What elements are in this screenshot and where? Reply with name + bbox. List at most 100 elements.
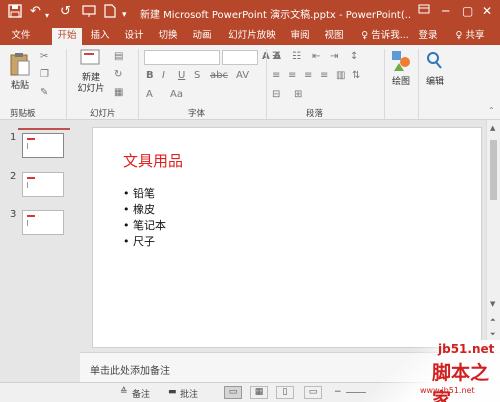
line-spacing-icon[interactable]: ↕ bbox=[350, 51, 358, 63]
scroll-thumb[interactable] bbox=[490, 140, 497, 200]
refresh-icon[interactable]: ↺ bbox=[60, 4, 71, 20]
slide-canvas[interactable]: 文具用品 铅笔 橡皮 笔记本 尺子 bbox=[92, 127, 482, 348]
slide-thumbnails-pane: 1 2 3 bbox=[0, 120, 80, 382]
tell-me-search[interactable]: ♀ 告诉我... bbox=[356, 28, 414, 45]
restore-icon[interactable]: ▢ bbox=[462, 3, 473, 19]
reading-view-button[interactable]: ▯ bbox=[276, 386, 294, 399]
notes-placeholder: 单击此处添加备注 bbox=[90, 366, 170, 377]
highlight-icon[interactable]: Aa bbox=[170, 89, 183, 101]
slide-thumbnail-3[interactable] bbox=[22, 210, 64, 235]
font-color-icon[interactable]: A bbox=[146, 89, 153, 101]
slide-bullet-list[interactable]: 铅笔 橡皮 笔记本 尺子 bbox=[123, 186, 166, 250]
paste-button[interactable]: 粘贴 bbox=[6, 51, 34, 92]
justify-icon[interactable]: ≡ bbox=[320, 70, 328, 82]
new-slide-icon bbox=[80, 49, 100, 65]
slide-number-2: 2 bbox=[10, 171, 17, 182]
watermark-site: jb51.net bbox=[438, 342, 495, 356]
prev-slide-icon[interactable]: ⏶ bbox=[490, 316, 496, 325]
drawing-label: 绘图 bbox=[391, 77, 410, 87]
slide-sorter-button[interactable]: ▦ bbox=[250, 386, 268, 399]
italic-icon[interactable]: I bbox=[162, 70, 165, 82]
tab-insert[interactable]: 插入 bbox=[86, 28, 114, 45]
columns-icon[interactable]: ▥ bbox=[336, 70, 345, 82]
slide-title[interactable]: 文具用品 bbox=[123, 150, 183, 171]
section-icon[interactable]: ▦ bbox=[114, 87, 123, 99]
tab-transitions[interactable]: 切换 bbox=[154, 28, 182, 45]
align-left-icon[interactable]: ≡ bbox=[272, 70, 280, 82]
vertical-scrollbar[interactable]: ▲ ▼ ⏶ ⏷ bbox=[486, 120, 500, 352]
watermark-logo: jb51.net 脚本之家 www.jb51.net bbox=[360, 340, 500, 402]
notes-toggle-icon[interactable]: ≙ bbox=[120, 387, 128, 397]
layout-icon[interactable]: ▤ bbox=[114, 51, 123, 63]
format-painter-icon[interactable]: ✎ bbox=[40, 87, 48, 99]
align-center-icon[interactable]: ≡ bbox=[288, 70, 296, 82]
minimize-icon[interactable]: ─ bbox=[442, 3, 449, 19]
paste-label: 粘贴 bbox=[10, 81, 29, 91]
ribbon-display-icon[interactable] bbox=[418, 3, 430, 19]
customize-icon[interactable]: ▾ bbox=[122, 7, 127, 23]
watermark-name: 脚本之家 bbox=[432, 362, 490, 402]
drawing-button[interactable]: 绘图 bbox=[388, 49, 414, 88]
normal-view-button[interactable]: ▭ bbox=[224, 386, 242, 399]
reset-icon[interactable]: ↻ bbox=[114, 69, 122, 81]
cut-icon[interactable]: ✂ bbox=[40, 51, 48, 63]
copy-icon[interactable]: ❐ bbox=[40, 69, 49, 81]
sign-in-link[interactable]: 登录 bbox=[414, 28, 442, 45]
tab-file[interactable]: 文件 bbox=[6, 28, 36, 45]
new-slide-button[interactable]: 新建 幻灯片 bbox=[74, 49, 108, 95]
undo-icon[interactable]: ↶ bbox=[30, 4, 41, 20]
zoom-out-button[interactable]: − bbox=[334, 387, 342, 397]
new-file-icon[interactable] bbox=[104, 4, 116, 23]
bullet-item: 笔记本 bbox=[123, 218, 166, 234]
collapse-ribbon-icon[interactable]: ⌃ bbox=[488, 105, 495, 117]
text-direction-icon[interactable]: ⇅ bbox=[352, 70, 360, 82]
tab-design[interactable]: 设计 bbox=[120, 28, 148, 45]
window-title: 新建 Microsoft PowerPoint 演示文稿.pptx - Powe… bbox=[140, 10, 410, 21]
scroll-up-icon[interactable]: ▲ bbox=[490, 124, 495, 132]
editing-button[interactable]: 编辑 bbox=[422, 49, 448, 88]
increase-indent-icon[interactable]: ⇥ bbox=[330, 51, 338, 63]
bullets-icon[interactable]: ☰ bbox=[272, 51, 281, 63]
group-label-paragraph: 段落 bbox=[306, 109, 324, 119]
shadow-icon[interactable]: S bbox=[194, 70, 200, 82]
search-icon bbox=[427, 52, 442, 69]
tab-animations[interactable]: 动画 bbox=[188, 28, 216, 45]
numbering-icon[interactable]: ☷ bbox=[292, 51, 301, 63]
editing-label: 编辑 bbox=[425, 77, 444, 87]
comments-label[interactable]: 批注 bbox=[180, 387, 198, 400]
font-size-input[interactable] bbox=[222, 50, 258, 65]
decrease-indent-icon[interactable]: ⇤ bbox=[312, 51, 320, 63]
tab-view[interactable]: 视图 bbox=[320, 28, 348, 45]
save-icon[interactable] bbox=[8, 4, 22, 23]
close-icon[interactable]: ✕ bbox=[482, 3, 492, 19]
font-name-input[interactable] bbox=[144, 50, 220, 65]
comments-icon[interactable]: ▬ bbox=[168, 387, 177, 397]
tab-slideshow[interactable]: 幻灯片放映 bbox=[224, 28, 280, 45]
slide-thumbnail-2[interactable] bbox=[22, 172, 64, 197]
next-slide-icon[interactable]: ⏷ bbox=[490, 330, 496, 339]
align-right-icon[interactable]: ≡ bbox=[304, 70, 312, 82]
shapes-icon bbox=[392, 51, 410, 71]
smartart-icon[interactable]: ⊞ bbox=[294, 89, 302, 101]
bullet-item: 尺子 bbox=[123, 234, 166, 250]
tab-home[interactable]: 开始 bbox=[52, 28, 82, 45]
scroll-down-icon[interactable]: ▼ bbox=[490, 300, 495, 308]
tab-review[interactable]: 审阅 bbox=[286, 28, 314, 45]
align-text-icon[interactable]: ⊟ bbox=[272, 89, 280, 101]
presentation-icon[interactable] bbox=[82, 4, 96, 23]
share-button[interactable]: ♀ 共享 bbox=[448, 28, 492, 45]
char-spacing-icon[interactable]: AV bbox=[236, 70, 249, 82]
chevron-down-icon[interactable]: ▾ bbox=[45, 8, 49, 24]
ribbon-tabs: 文件 开始 插入 设计 切换 动画 幻灯片放映 审阅 视图 ♀ 告诉我... 登… bbox=[0, 26, 500, 45]
notes-toggle-label[interactable]: 备注 bbox=[132, 387, 150, 400]
underline-icon[interactable]: U bbox=[178, 70, 185, 82]
slideshow-button[interactable]: ▭ bbox=[304, 386, 322, 399]
clipboard-icon bbox=[10, 53, 30, 76]
slide-thumbnail-1[interactable] bbox=[22, 133, 64, 158]
group-label-clipboard: 剪贴板 bbox=[10, 109, 36, 119]
bold-icon[interactable]: B bbox=[146, 70, 154, 82]
bullet-item: 橡皮 bbox=[123, 202, 166, 218]
group-label-font: 字体 bbox=[188, 109, 206, 119]
strikethrough-icon[interactable]: abc bbox=[210, 70, 228, 82]
ribbon: 粘贴 ✂ ❐ ✎ 剪贴板 新建 幻灯片 ▤ ↻ ▦ 幻灯片 A A B I U … bbox=[0, 45, 500, 120]
